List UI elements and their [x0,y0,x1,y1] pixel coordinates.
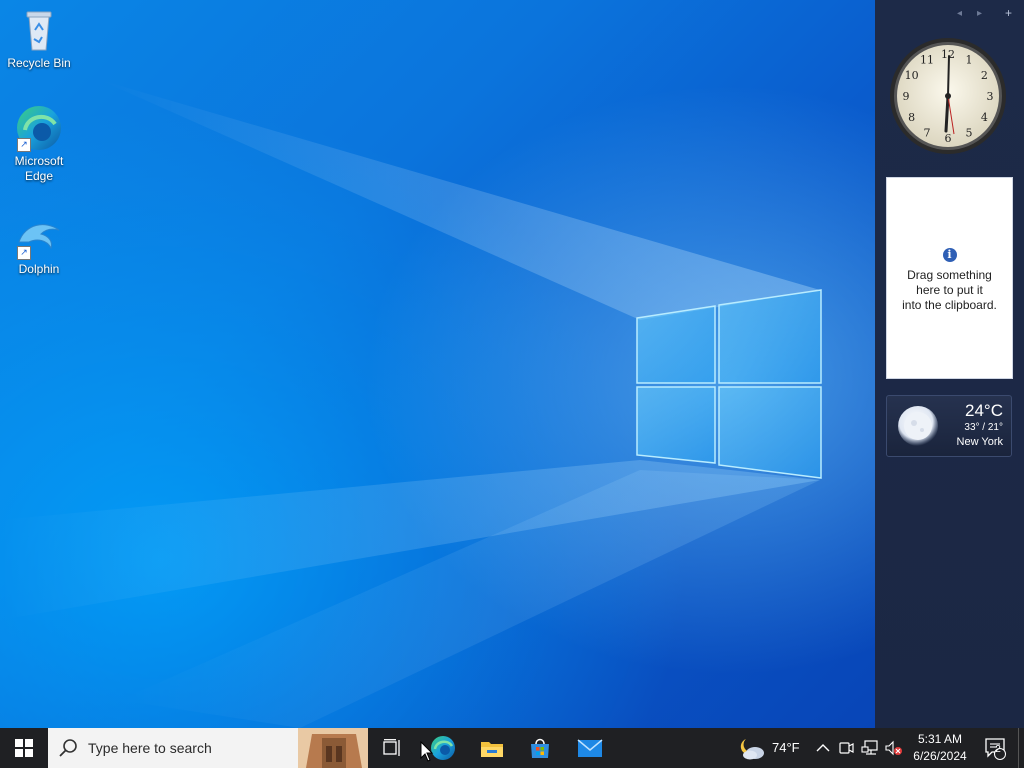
clipboard-message-line: Drag something [907,268,992,282]
taskbar-clock[interactable]: 5:31 AM 6/26/2024 [902,731,978,765]
taskbar-microsoft-store-button[interactable] [518,728,562,768]
taskbar-weather-widget[interactable] [736,728,768,768]
clipboard-gadget[interactable]: i Drag something here to put it into the… [886,177,1013,379]
volume-muted-icon [885,740,902,756]
taskbar: Type here to search 74°F 5:31 AM 6/26/20… [0,728,1024,768]
clipboard-message-line: into the clipboard. [902,298,997,312]
show-desktop-button[interactable] [1018,728,1019,768]
taskbar-search-box[interactable]: Type here to search [48,728,368,768]
desktop-icon-recycle-bin[interactable]: Recycle Bin [1,6,77,71]
clock-number: 6 [945,132,952,145]
windows-start-icon [15,739,33,757]
desktop-icon-label: Microsoft Edge [14,154,64,183]
sidebar-add-gadget-button[interactable]: + [1005,6,1012,20]
recycle-bin-icon [15,6,63,54]
mouse-cursor-icon [420,741,434,762]
gadget-sidebar: ◂ ▸ + 12 1 2 3 4 5 6 7 8 9 10 11 i Drag something h… [875,0,1024,728]
weather-gadget[interactable]: 24°C 33° / 21° New York [886,395,1012,457]
partly-cloudy-night-icon [740,739,764,760]
clock-number: 3 [987,90,994,103]
clock-hour-hand [944,94,950,133]
taskbar-weather-temperature[interactable]: 74°F [772,740,800,755]
shortcut-arrow-icon: ↗ [17,246,31,260]
clock-number: 5 [966,126,973,139]
desktop-icon-label: Dolphin [18,262,60,276]
edge-icon: ↗ [15,104,63,152]
clipboard-message: Drag something here to put it into the c… [887,268,1012,313]
tray-volume-button[interactable] [883,728,903,768]
meet-now-icon [839,742,854,754]
weather-temperature: 24°C [965,401,1003,420]
clock-minute-hand [947,55,950,97]
sidebar-next-button[interactable]: ▸ [977,8,982,19]
weather-high-low: 33° / 21° [964,422,1003,433]
sidebar-prev-button[interactable]: ◂ [957,8,962,19]
chevron-up-icon [816,744,830,752]
info-icon: i [942,248,957,262]
taskbar-time: 5:31 AM [917,732,963,746]
clipboard-message-line: here to put it [916,283,983,297]
desktop-wallpaper: Recycle Bin ↗ Microsoft Edge ↗ Dolphin [0,0,875,728]
desktop-icon-label: Recycle Bin [7,56,71,70]
action-center-button[interactable]: 2 [980,728,1010,768]
tray-meet-now-button[interactable] [836,728,856,768]
show-hidden-icons-button[interactable] [812,728,834,768]
clock-number: 11 [920,54,934,67]
windows-logo-wallpaper [636,289,822,479]
tray-network-button[interactable] [859,728,881,768]
desktop-icon-microsoft-edge[interactable]: ↗ Microsoft Edge [1,104,77,184]
microsoft-store-icon [531,738,549,758]
clock-number: 2 [981,69,988,82]
file-explorer-icon [481,742,503,757]
task-view-icon [383,739,400,756]
moon-icon [898,406,938,446]
clock-number: 9 [903,90,910,103]
search-icon [59,739,77,757]
task-view-button[interactable] [378,728,406,768]
mail-icon [577,739,603,757]
notification-count-badge: 2 [995,744,1001,755]
search-highlight-illustration [298,728,368,768]
start-button[interactable] [0,728,48,768]
clock-number: 4 [981,111,988,124]
clock-number: 8 [908,111,915,124]
taskbar-mail-button[interactable] [568,728,612,768]
clock-gadget[interactable]: 12 1 2 3 4 5 6 7 8 9 10 11 [888,36,1008,156]
dolphin-icon: ↗ [15,212,63,260]
wallpaper-light-beams [0,80,820,728]
clock-number: 10 [905,69,919,82]
search-placeholder: Type here to search [88,740,212,756]
network-icon [861,740,878,755]
shortcut-arrow-icon: ↗ [17,138,31,152]
weather-city: New York [956,436,1003,448]
taskbar-file-explorer-button[interactable] [470,728,514,768]
taskbar-date: 6/26/2024 [913,749,967,763]
clock-number: 1 [966,54,973,67]
clock-face: 12 1234567891011 [890,38,1006,154]
clock-number: 7 [924,126,931,139]
desktop-icon-dolphin[interactable]: ↗ Dolphin [1,212,77,277]
